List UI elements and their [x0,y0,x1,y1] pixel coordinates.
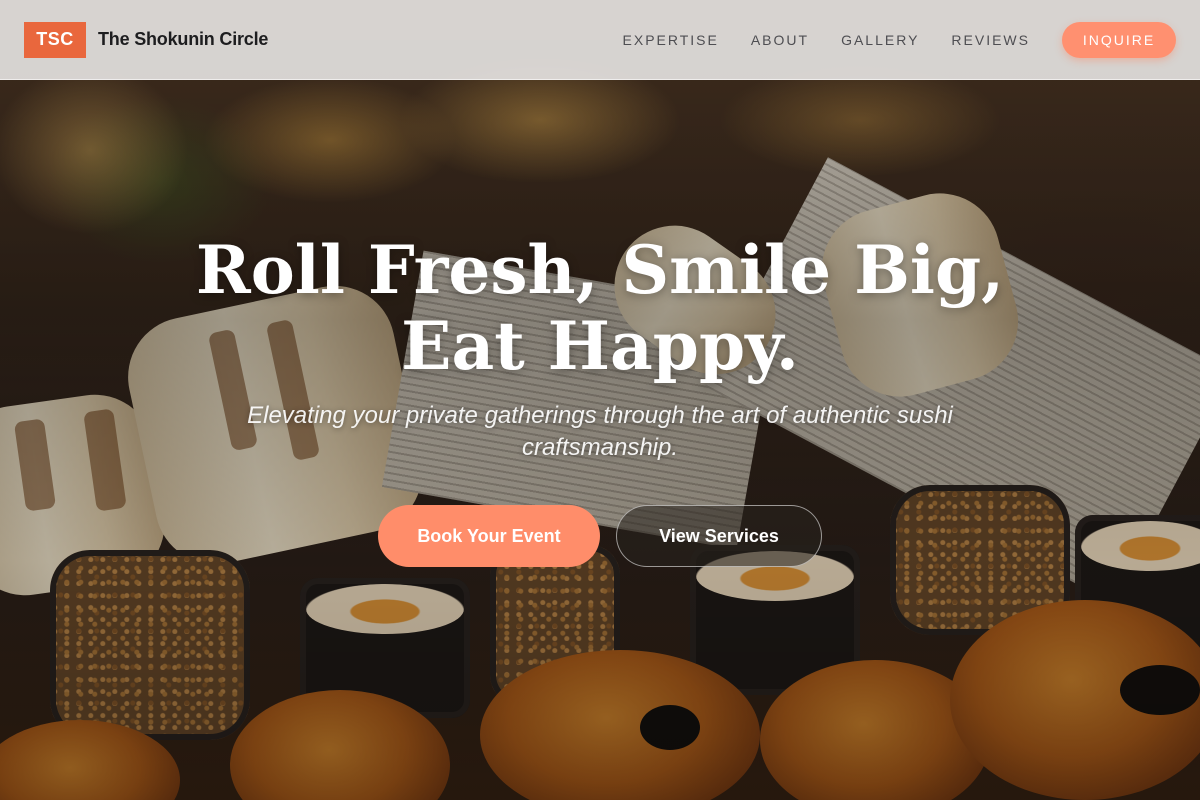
hero-subtitle: Elevating your private gatherings throug… [247,402,953,461]
view-services-button[interactable]: View Services [616,505,822,567]
nav-link-reviews[interactable]: REVIEWS [951,32,1030,48]
inquire-button[interactable]: INQUIRE [1062,21,1176,58]
nav-link-gallery[interactable]: GALLERY [841,32,919,48]
main-nav: EXPERTISE ABOUT GALLERY REVIEWS INQUIRE [591,21,1176,58]
hero-title: Roll Fresh, Smile Big, Eat Happy. [195,231,1005,385]
hero-section: Roll Fresh, Smile Big, Eat Happy. Elevat… [0,80,1200,800]
nav-link-about[interactable]: ABOUT [751,32,809,48]
site-header: TSC The Shokunin Circle EXPERTISE ABOUT … [0,0,1200,80]
landing-page: TSC The Shokunin Circle EXPERTISE ABOUT … [0,0,1200,800]
nav-link-expertise[interactable]: EXPERTISE [623,32,719,48]
brand-logo-link[interactable]: TSC The Shokunin Circle [24,21,269,58]
book-event-button[interactable]: Book Your Event [378,505,600,567]
logo-mark: TSC [24,21,86,58]
brand-name: The Shokunin Circle [98,29,269,49]
hero-actions: Book Your Event View Services [378,505,822,567]
